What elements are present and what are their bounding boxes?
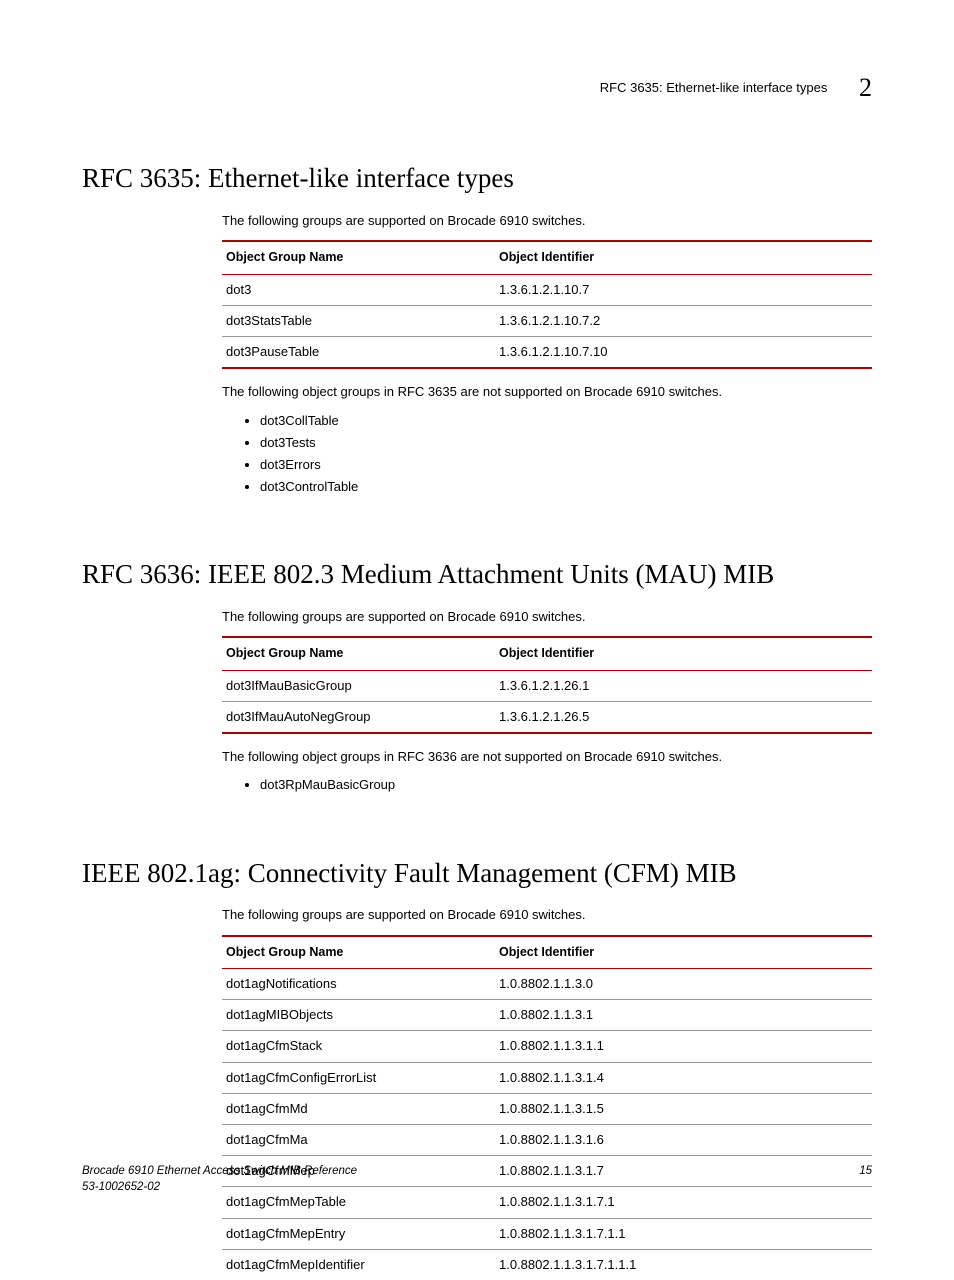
object-identifier: 1.3.6.1.2.1.10.7.10: [495, 337, 872, 369]
table-header-id: Object Identifier: [495, 637, 872, 670]
table-row: dot1agNotifications1.0.8802.1.1.3.0: [222, 969, 872, 1000]
object-group-name: dot1agCfmStack: [222, 1031, 495, 1062]
table-row: dot1agCfmMa1.0.8802.1.1.3.1.6: [222, 1125, 872, 1156]
object-identifier: 1.0.8802.1.1.3.1.5: [495, 1093, 872, 1124]
object-identifier: 1.0.8802.1.1.3.1: [495, 1000, 872, 1031]
section-intro: The following groups are supported on Br…: [222, 212, 872, 230]
object-group-name: dot3StatsTable: [222, 306, 495, 337]
section-heading: RFC 3636: IEEE 802.3 Medium Attachment U…: [82, 556, 872, 594]
page-footer: 15 Brocade 6910 Ethernet Access Switch M…: [82, 1163, 872, 1195]
page-number: 15: [859, 1163, 872, 1179]
unsupported-list: dot3RpMauBasicGroup: [222, 776, 872, 794]
object-identifier: 1.0.8802.1.1.3.1.7.1.1: [495, 1218, 872, 1249]
object-identifier: 1.3.6.1.2.1.10.7: [495, 274, 872, 305]
table-header-name: Object Group Name: [222, 637, 495, 670]
list-item: dot3RpMauBasicGroup: [260, 776, 872, 794]
footer-doc-id: 53-1002652-02: [82, 1181, 160, 1193]
header-title: RFC 3635: Ethernet-like interface types: [600, 80, 828, 95]
section-content: The following groups are supported on Br…: [222, 906, 872, 1280]
object-group-name: dot1agCfmMepEntry: [222, 1218, 495, 1249]
section-heading: IEEE 802.1ag: Connectivity Fault Managem…: [82, 855, 872, 893]
table-header-id: Object Identifier: [495, 936, 872, 969]
section-content: The following groups are supported on Br…: [222, 608, 872, 794]
unsupported-list: dot3CollTable dot3Tests dot3Errors dot3Cont…: [222, 412, 872, 497]
object-group-name: dot3IfMauBasicGroup: [222, 670, 495, 701]
list-item: dot3Errors: [260, 456, 872, 474]
object-group-name: dot3PauseTable: [222, 337, 495, 369]
object-group-name: dot1agCfmMd: [222, 1093, 495, 1124]
object-identifier: 1.0.8802.1.1.3.1.6: [495, 1125, 872, 1156]
footer-doc-title: Brocade 6910 Ethernet Access Switch MIB …: [82, 1165, 357, 1177]
table-row: dot3PauseTable1.3.6.1.2.1.10.7.10: [222, 337, 872, 369]
object-identifier: 1.0.8802.1.1.3.0: [495, 969, 872, 1000]
table-header-name: Object Group Name: [222, 241, 495, 274]
object-group-table: Object Group NameObject Identifierdot3If…: [222, 636, 872, 734]
object-group-table: Object Group NameObject Identifierdot31.…: [222, 240, 872, 369]
section-content: The following groups are supported on Br…: [222, 212, 872, 496]
table-header-name: Object Group Name: [222, 936, 495, 969]
table-row: dot3StatsTable1.3.6.1.2.1.10.7.2: [222, 306, 872, 337]
table-row: dot1agCfmMd1.0.8802.1.1.3.1.5: [222, 1093, 872, 1124]
object-group-name: dot3: [222, 274, 495, 305]
table-row: dot3IfMauAutoNegGroup1.3.6.1.2.1.26.5: [222, 702, 872, 734]
section-heading: RFC 3635: Ethernet-like interface types: [82, 160, 872, 198]
object-identifier: 1.0.8802.1.1.3.1.4: [495, 1062, 872, 1093]
object-group-name: dot1agCfmMa: [222, 1125, 495, 1156]
list-item: dot3CollTable: [260, 412, 872, 430]
object-identifier: 1.3.6.1.2.1.26.1: [495, 670, 872, 701]
object-identifier: 1.0.8802.1.1.3.1.1: [495, 1031, 872, 1062]
table-row: dot3IfMauBasicGroup1.3.6.1.2.1.26.1: [222, 670, 872, 701]
table-row: dot1agCfmStack1.0.8802.1.1.3.1.1: [222, 1031, 872, 1062]
table-row: dot31.3.6.1.2.1.10.7: [222, 274, 872, 305]
list-item: dot3Tests: [260, 434, 872, 452]
object-group-table: Object Group NameObject Identifierdot1ag…: [222, 935, 872, 1280]
running-header: RFC 3635: Ethernet-like interface types …: [82, 70, 872, 106]
unsupported-intro: The following object groups in RFC 3635 …: [222, 383, 872, 401]
table-row: dot1agCfmMepEntry1.0.8802.1.1.3.1.7.1.1: [222, 1218, 872, 1249]
table-row: dot1agMIBObjects1.0.8802.1.1.3.1: [222, 1000, 872, 1031]
object-identifier: 1.0.8802.1.1.3.1.7.1.1.1: [495, 1249, 872, 1280]
header-chapter-number: 2: [859, 73, 872, 102]
object-group-name: dot1agNotifications: [222, 969, 495, 1000]
object-group-name: dot3IfMauAutoNegGroup: [222, 702, 495, 734]
object-identifier: 1.3.6.1.2.1.10.7.2: [495, 306, 872, 337]
object-group-name: dot1agCfmMepIdentifier: [222, 1249, 495, 1280]
table-row: dot1agCfmMepIdentifier1.0.8802.1.1.3.1.7…: [222, 1249, 872, 1280]
section-intro: The following groups are supported on Br…: [222, 608, 872, 626]
object-identifier: 1.3.6.1.2.1.26.5: [495, 702, 872, 734]
object-group-name: dot1agCfmConfigErrorList: [222, 1062, 495, 1093]
section-intro: The following groups are supported on Br…: [222, 906, 872, 924]
table-row: dot1agCfmConfigErrorList1.0.8802.1.1.3.1…: [222, 1062, 872, 1093]
list-item: dot3ControlTable: [260, 478, 872, 496]
table-header-id: Object Identifier: [495, 241, 872, 274]
object-group-name: dot1agMIBObjects: [222, 1000, 495, 1031]
unsupported-intro: The following object groups in RFC 3636 …: [222, 748, 872, 766]
